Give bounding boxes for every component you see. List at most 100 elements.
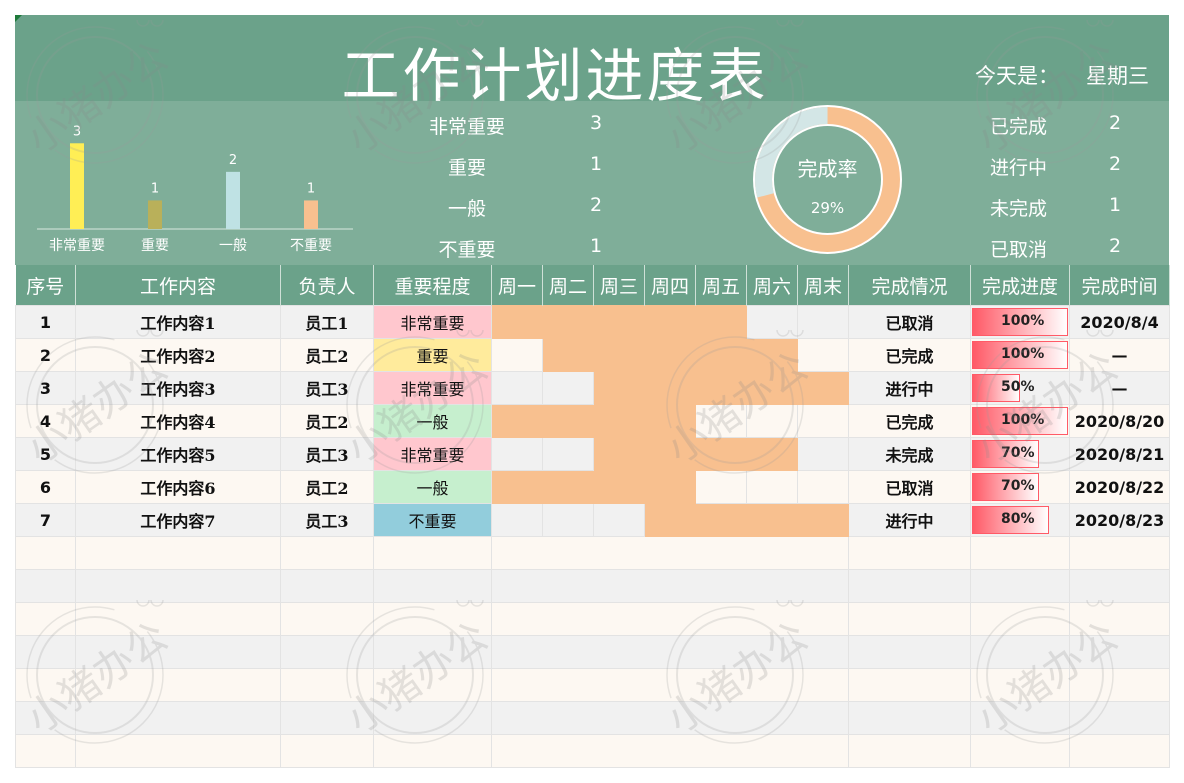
- empty-cell[interactable]: [848, 569, 971, 603]
- column-header[interactable]: 周二: [542, 265, 594, 306]
- empty-cell[interactable]: [970, 734, 1070, 768]
- status-cell[interactable]: 进行中: [848, 503, 971, 537]
- task-cell[interactable]: 工作内容6: [75, 470, 281, 504]
- gantt-filled-cell[interactable]: [491, 305, 543, 339]
- importance-cell[interactable]: 一般: [373, 404, 492, 438]
- empty-gantt-cell[interactable]: [491, 635, 849, 669]
- gantt-filled-cell[interactable]: [542, 470, 594, 504]
- importance-cell[interactable]: 不重要: [373, 503, 492, 537]
- gantt-filled-cell[interactable]: [593, 371, 645, 405]
- gantt-empty-cell[interactable]: [542, 503, 594, 537]
- gantt-empty-cell[interactable]: [746, 305, 798, 339]
- row-number[interactable]: 1: [15, 305, 76, 339]
- status-cell[interactable]: 进行中: [848, 371, 971, 405]
- empty-cell[interactable]: [970, 668, 1070, 702]
- progress-cell[interactable]: 100%: [970, 404, 1070, 438]
- progress-cell[interactable]: 100%: [970, 338, 1070, 372]
- gantt-filled-cell[interactable]: [491, 470, 543, 504]
- status-cell[interactable]: 已完成: [848, 338, 971, 372]
- owner-cell[interactable]: 员工3: [280, 437, 374, 471]
- owner-cell[interactable]: 员工3: [280, 503, 374, 537]
- gantt-filled-cell[interactable]: [746, 338, 798, 372]
- empty-gantt-cell[interactable]: [491, 602, 849, 636]
- gantt-filled-cell[interactable]: [644, 404, 696, 438]
- empty-cell[interactable]: [1069, 602, 1170, 636]
- row-number[interactable]: 6: [15, 470, 76, 504]
- gantt-filled-cell[interactable]: [695, 371, 747, 405]
- gantt-empty-cell[interactable]: [491, 371, 543, 405]
- gantt-filled-cell[interactable]: [542, 404, 594, 438]
- task-cell[interactable]: 工作内容5: [75, 437, 281, 471]
- empty-cell[interactable]: [280, 602, 374, 636]
- gantt-filled-cell[interactable]: [746, 371, 798, 405]
- empty-gantt-cell[interactable]: [491, 734, 849, 768]
- progress-cell[interactable]: 50%: [970, 371, 1070, 405]
- gantt-empty-cell[interactable]: [593, 503, 645, 537]
- gantt-empty-cell[interactable]: [797, 404, 849, 438]
- gantt-filled-cell[interactable]: [644, 338, 696, 372]
- gantt-filled-cell[interactable]: [644, 503, 696, 537]
- column-header[interactable]: 负责人: [280, 265, 374, 306]
- gantt-empty-cell[interactable]: [491, 503, 543, 537]
- empty-cell[interactable]: [75, 668, 281, 702]
- column-header[interactable]: 周末: [797, 265, 849, 306]
- progress-cell[interactable]: 80%: [970, 503, 1070, 537]
- empty-cell[interactable]: [280, 701, 374, 735]
- empty-cell[interactable]: [373, 701, 492, 735]
- task-cell[interactable]: 工作内容7: [75, 503, 281, 537]
- column-header[interactable]: 周四: [644, 265, 696, 306]
- empty-cell[interactable]: [15, 536, 76, 570]
- empty-cell[interactable]: [1069, 536, 1170, 570]
- progress-cell[interactable]: 100%: [970, 305, 1070, 339]
- empty-cell[interactable]: [75, 536, 281, 570]
- task-cell[interactable]: 工作内容3: [75, 371, 281, 405]
- owner-cell[interactable]: 员工3: [280, 371, 374, 405]
- empty-cell[interactable]: [75, 701, 281, 735]
- progress-cell[interactable]: 70%: [970, 437, 1070, 471]
- empty-cell[interactable]: [1069, 635, 1170, 669]
- empty-cell[interactable]: [1069, 668, 1170, 702]
- empty-cell[interactable]: [848, 668, 971, 702]
- date-cell[interactable]: 2020/8/4: [1069, 305, 1170, 339]
- empty-cell[interactable]: [1069, 569, 1170, 603]
- importance-cell[interactable]: 重要: [373, 338, 492, 372]
- empty-cell[interactable]: [848, 701, 971, 735]
- date-cell[interactable]: —: [1069, 338, 1170, 372]
- empty-cell[interactable]: [373, 734, 492, 768]
- status-cell[interactable]: 已取消: [848, 470, 971, 504]
- empty-cell[interactable]: [1069, 734, 1170, 768]
- empty-cell[interactable]: [970, 701, 1070, 735]
- status-cell[interactable]: 已完成: [848, 404, 971, 438]
- empty-cell[interactable]: [970, 602, 1070, 636]
- empty-cell[interactable]: [15, 701, 76, 735]
- importance-cell[interactable]: 非常重要: [373, 305, 492, 339]
- owner-cell[interactable]: 员工2: [280, 470, 374, 504]
- column-header[interactable]: 周六: [746, 265, 798, 306]
- gantt-filled-cell[interactable]: [593, 404, 645, 438]
- row-number[interactable]: 5: [15, 437, 76, 471]
- owner-cell[interactable]: 员工2: [280, 338, 374, 372]
- empty-cell[interactable]: [373, 569, 492, 603]
- gantt-empty-cell[interactable]: [797, 437, 849, 471]
- row-number[interactable]: 2: [15, 338, 76, 372]
- empty-cell[interactable]: [970, 635, 1070, 669]
- gantt-filled-cell[interactable]: [695, 503, 747, 537]
- empty-cell[interactable]: [280, 734, 374, 768]
- gantt-empty-cell[interactable]: [695, 404, 747, 438]
- empty-cell[interactable]: [280, 668, 374, 702]
- gantt-empty-cell[interactable]: [797, 338, 849, 372]
- empty-cell[interactable]: [15, 602, 76, 636]
- date-cell[interactable]: —: [1069, 371, 1170, 405]
- empty-cell[interactable]: [15, 569, 76, 603]
- status-cell[interactable]: 未完成: [848, 437, 971, 471]
- gantt-filled-cell[interactable]: [593, 338, 645, 372]
- column-header[interactable]: 完成进度: [970, 265, 1070, 306]
- date-cell[interactable]: 2020/8/22: [1069, 470, 1170, 504]
- date-cell[interactable]: 2020/8/21: [1069, 437, 1170, 471]
- empty-cell[interactable]: [373, 602, 492, 636]
- empty-cell[interactable]: [1069, 701, 1170, 735]
- row-number[interactable]: 7: [15, 503, 76, 537]
- column-header[interactable]: 完成情况: [848, 265, 971, 306]
- empty-cell[interactable]: [15, 734, 76, 768]
- gantt-filled-cell[interactable]: [542, 338, 594, 372]
